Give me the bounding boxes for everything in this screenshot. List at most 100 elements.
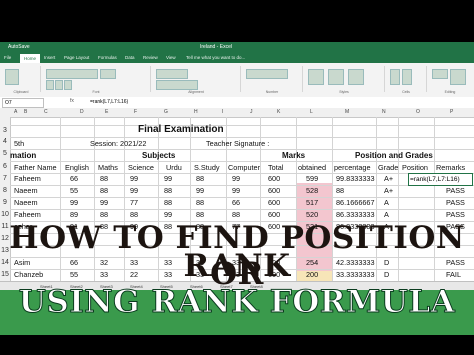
row-header[interactable]: 7 [0,175,10,182]
formula-input[interactable]: =rank(L7,L7:L16) [90,99,128,105]
table-cell-pct[interactable]: 86.3333333 [336,210,375,219]
table-cell-grade[interactable]: A+ [384,174,393,183]
table-cell-obtained[interactable]: 517 [306,198,318,207]
underline-icon[interactable] [64,80,72,90]
table-cell-maths[interactable]: 99 [100,198,108,207]
table-cell-maths[interactable]: 88 [100,186,108,195]
col-header[interactable]: L [310,109,313,115]
col-header[interactable]: F [134,109,137,115]
format-as-table-icon[interactable] [328,69,344,85]
tab-file[interactable]: File [4,55,11,60]
merge-center-button[interactable] [156,80,198,90]
table-cell-english[interactable]: 66 [70,174,78,183]
col-header[interactable]: A [14,109,17,115]
table-cell-obtained[interactable]: 528 [306,186,318,195]
col-header[interactable]: M [345,109,349,115]
col-header[interactable]: D [80,109,84,115]
bold-icon[interactable] [46,80,54,90]
table-cell-urdu[interactable]: 88 [164,186,172,195]
table-cell-total[interactable]: 600 [268,210,280,219]
insert-cells-icon[interactable] [390,69,400,85]
cell-styles-icon[interactable] [348,69,364,85]
tab-home[interactable]: Home [20,54,41,63]
col-header[interactable]: O [416,109,420,115]
table-cell-computer[interactable]: 66 [232,198,240,207]
table-cell-father[interactable]: Naeem [14,186,38,195]
table-cell-english[interactable]: 89 [70,210,78,219]
table-cell-computer[interactable]: 99 [232,186,240,195]
delete-cells-icon[interactable] [402,69,412,85]
tab-data[interactable]: Data [125,55,135,60]
col-header[interactable]: B [24,109,27,115]
table-cell-computer[interactable]: 88 [232,210,240,219]
row-header[interactable]: 6 [0,163,10,170]
table-cell-english[interactable]: 55 [70,186,78,195]
table-cell-sstudy[interactable]: 88 [196,210,204,219]
tab-insert[interactable]: Insert [44,55,55,60]
table-cell-english[interactable]: 99 [70,198,78,207]
quick-access-label[interactable]: AutoSave [8,44,30,50]
table-cell-urdu[interactable]: 88 [164,198,172,207]
active-cell-editor[interactable]: =rank(L7,L7:L16) [408,173,473,186]
row-header[interactable]: 10 [0,211,10,218]
table-cell-science[interactable]: 99 [130,174,138,183]
col-header[interactable]: N [382,109,386,115]
table-cell-science[interactable]: 99 [130,186,138,195]
tab-page-layout[interactable]: Page Layout [64,55,89,60]
col-header[interactable]: G [164,109,168,115]
table-cell-computer[interactable]: 99 [232,174,240,183]
col-header[interactable]: H [194,109,198,115]
table-cell-remarks[interactable]: PASS [446,210,465,219]
row-header[interactable]: 4 [0,138,10,145]
tab-formulas[interactable]: Formulas [98,55,117,60]
table-cell-father[interactable]: Faheem [14,210,41,219]
wrap-text-button[interactable] [156,69,188,79]
table-cell-father[interactable]: Faheem [14,174,41,183]
table-cell-maths[interactable]: 88 [100,210,108,219]
paste-icon[interactable] [5,69,19,85]
conditional-formatting-icon[interactable] [308,69,324,85]
table-cell-urdu[interactable]: 99 [164,174,172,183]
table-cell-sstudy[interactable]: 88 [196,198,204,207]
table-cell-pct[interactable]: 88 [336,186,344,195]
tab-review[interactable]: Review [143,55,158,60]
table-cell-obtained[interactable]: 520 [306,210,318,219]
col-header[interactable]: J [250,109,253,115]
table-cell-father[interactable]: Naeem [14,198,38,207]
table-cell-total[interactable]: 600 [268,186,280,195]
table-cell-pct[interactable]: 99.8333333 [336,174,375,183]
table-cell-grade[interactable]: A [384,198,389,207]
italic-icon[interactable] [55,80,63,90]
tell-me-search[interactable]: Tell me what you want to do... [186,55,245,60]
col-header[interactable]: C [44,109,48,115]
table-cell-sstudy[interactable]: 88 [196,174,204,183]
table-cell-grade[interactable]: A+ [384,186,393,195]
table-cell-remarks[interactable]: PASS [446,198,465,207]
tab-view[interactable]: View [166,55,176,60]
table-cell-pct[interactable]: 86.1666667 [336,198,375,207]
row-header[interactable]: 5 [0,150,10,157]
table-cell-science[interactable]: 88 [130,210,138,219]
table-cell-obtained[interactable]: 599 [306,174,318,183]
table-cell-sstudy[interactable]: 99 [196,186,204,195]
col-header[interactable]: P [450,109,453,115]
table-cell-total[interactable]: 600 [268,174,280,183]
font-size-dropdown[interactable] [100,69,116,79]
table-cell-science[interactable]: 77 [130,198,138,207]
name-box[interactable]: O7 [2,98,44,108]
row-header[interactable]: 3 [0,127,10,134]
table-cell-remarks[interactable]: PASS [446,186,465,195]
number-format-dropdown[interactable] [246,69,288,79]
row-header[interactable]: 8 [0,187,10,194]
font-name-dropdown[interactable] [46,69,98,79]
col-header[interactable]: K [277,109,280,115]
table-cell-maths[interactable]: 88 [100,174,108,183]
table-cell-urdu[interactable]: 99 [164,210,172,219]
row-header[interactable]: 9 [0,199,10,206]
table-cell-grade[interactable]: A [384,210,389,219]
autosum-icon[interactable] [432,69,448,79]
sort-filter-icon[interactable] [450,69,466,85]
table-cell-total[interactable]: 600 [268,198,280,207]
col-header[interactable]: I [222,109,223,115]
col-header[interactable]: E [105,109,108,115]
